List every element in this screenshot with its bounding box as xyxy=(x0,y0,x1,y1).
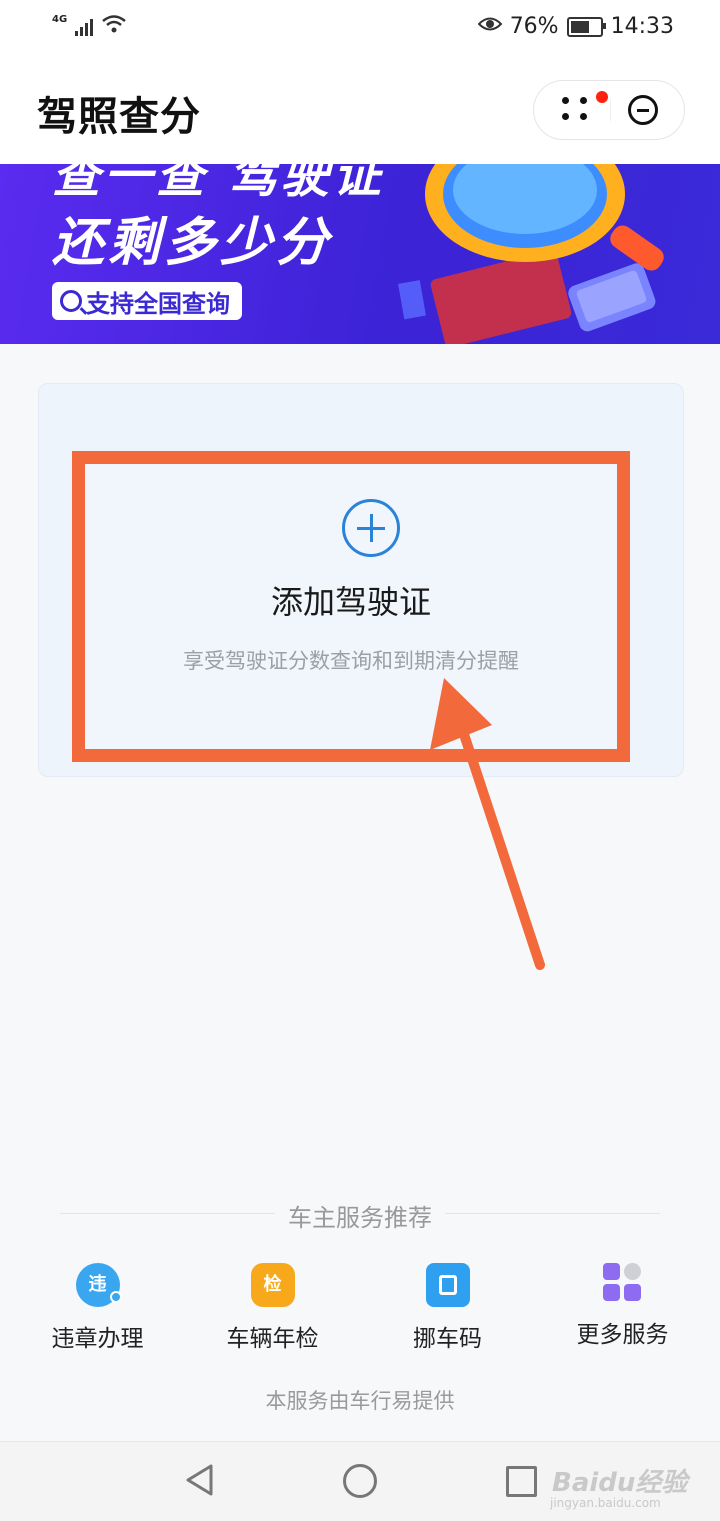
page-title: 驾照查分 xyxy=(37,94,201,140)
battery-fill xyxy=(570,20,589,33)
banner-headline: 还剩多少分 xyxy=(52,213,333,273)
baidu-watermark: Baidu经验 jingyan.baidu.com xyxy=(550,1462,688,1510)
watermark-url: jingyan.baidu.com xyxy=(550,1496,661,1510)
banner-pill: 支持全国查询 xyxy=(52,282,242,320)
inspection-icon: 检 xyxy=(250,1263,295,1307)
title-bar: 驾照查分 xyxy=(0,56,720,164)
service-label: 车辆年检 xyxy=(226,1326,319,1352)
wifi-icon xyxy=(101,14,127,40)
eye-comfort-icon xyxy=(477,14,503,39)
provider-note: 本服务由车行易提供 xyxy=(265,1389,455,1413)
magnifier-illustration xyxy=(398,164,664,344)
service-move-car[interactable]: 挪车码 xyxy=(360,1263,535,1353)
back-icon[interactable] xyxy=(185,1464,215,1496)
recents-icon[interactable] xyxy=(506,1466,537,1497)
service-label: 更多服务 xyxy=(576,1322,669,1348)
divider-right xyxy=(445,1213,660,1214)
status-bar: 4G 76% 14:33 xyxy=(0,0,720,56)
grid-icon xyxy=(602,1263,643,1303)
more-menu-button[interactable] xyxy=(558,95,598,125)
move-car-code-icon xyxy=(425,1263,470,1307)
add-license-title: 添加驾驶证 xyxy=(270,583,431,621)
service-label: 挪车码 xyxy=(413,1326,482,1352)
capsule-divider xyxy=(610,99,611,121)
divider-left xyxy=(60,1213,275,1214)
violation-icon: 违 xyxy=(75,1263,122,1307)
service-list: 违 违章办理 检 车辆年检 挪车码 更多服务 xyxy=(0,1263,720,1363)
plus-circle-icon xyxy=(342,499,400,557)
service-more[interactable]: 更多服务 xyxy=(535,1263,710,1349)
recommend-title: 车主服务推荐 xyxy=(288,1204,432,1232)
service-inspection[interactable]: 检 车辆年检 xyxy=(185,1263,360,1353)
notification-dot xyxy=(596,91,608,103)
signal-icon xyxy=(75,18,94,36)
home-icon[interactable] xyxy=(343,1464,377,1498)
close-mini-program-button[interactable] xyxy=(628,95,658,125)
promo-banner[interactable]: 查一查 驾驶证 还剩多少分 支持全国查询 xyxy=(0,164,720,344)
network-type: 4G xyxy=(52,13,68,25)
search-icon xyxy=(60,290,82,312)
annotation-arrow xyxy=(430,678,545,970)
service-label: 违章办理 xyxy=(51,1326,144,1352)
watermark-text: Baidu经验 xyxy=(552,1468,688,1498)
service-violation[interactable]: 违 违章办理 xyxy=(10,1263,185,1353)
banner-pill-label: 支持全国查询 xyxy=(86,289,230,318)
clock: 14:33 xyxy=(610,14,674,39)
battery-percent: 76% xyxy=(509,14,559,39)
mini-program-capsule xyxy=(533,80,685,140)
battery-icon xyxy=(566,16,606,37)
